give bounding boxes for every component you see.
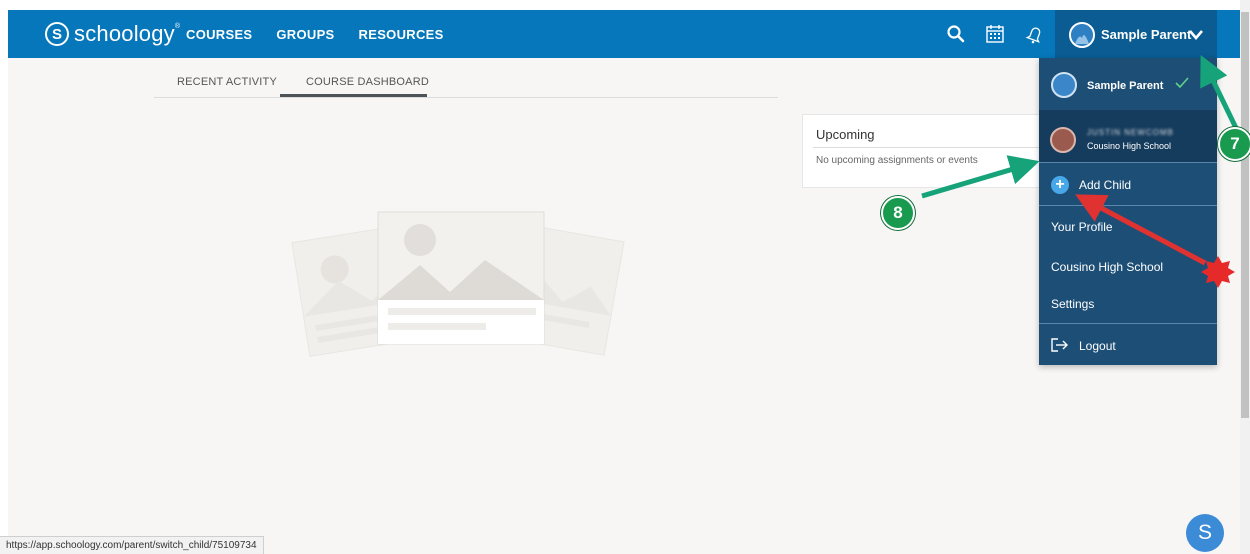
arrow-to-add-child	[1075, 194, 1207, 266]
arrow-to-child-account	[921, 155, 1040, 199]
app: S schoology ® COURSES GROUPS RESOURCES S…	[0, 0, 1250, 554]
arrow-to-user-menu	[1200, 55, 1239, 130]
annotation-badge-7: 7	[1218, 127, 1250, 161]
annotation-badge-8: 8	[881, 196, 915, 230]
annotation-overlay	[921, 55, 1239, 288]
